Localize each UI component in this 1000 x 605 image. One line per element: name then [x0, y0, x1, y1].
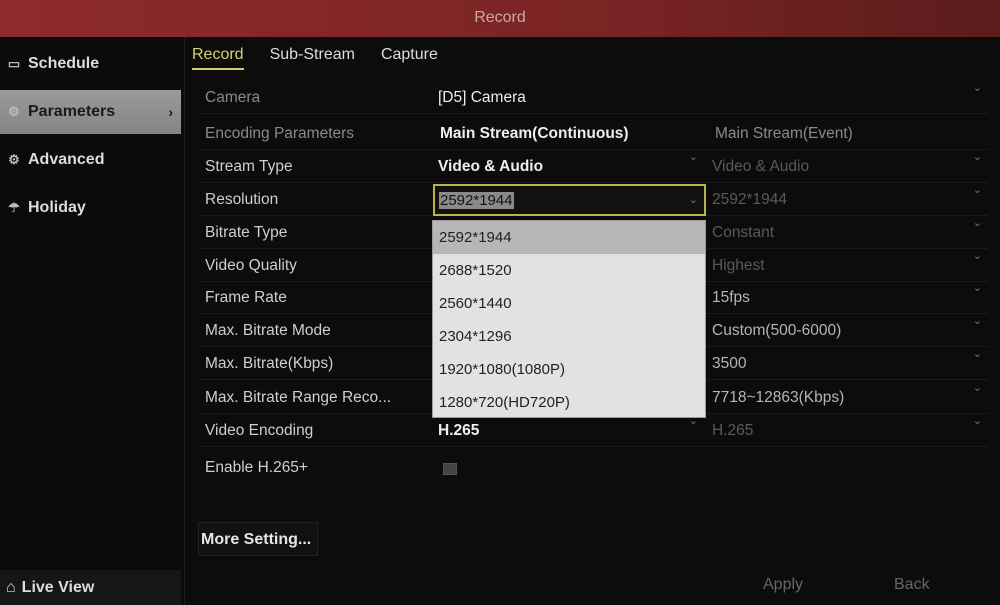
field-label: Max. Bitrate Range Reco... [205, 389, 392, 406]
column-header-event: Main Stream(Event) [715, 125, 853, 142]
resolution-option[interactable]: 2688*1520 [433, 254, 705, 287]
resolution-dropdown-list: 2592*1944 2688*1520 2560*1440 2304*1296 … [432, 220, 706, 418]
event-value[interactable]: Custom(500-6000) [712, 314, 980, 347]
sidebar-item-advanced[interactable]: ⚙ Advanced [0, 138, 181, 182]
chevron-down-icon: ⌄ [972, 315, 982, 327]
resolution-selected-value: 2592*1944 [439, 192, 514, 209]
resolution-option[interactable]: 2592*1944 [433, 221, 705, 254]
event-value[interactable]: H.265 [712, 414, 980, 447]
field-label: Max. Bitrate Mode [205, 322, 331, 339]
form-row: Stream Type Video & Audio ⌄ Video & Audio ⌄ [198, 150, 988, 183]
title-bar: Record [0, 0, 1000, 37]
chevron-down-icon: ⌄ [972, 415, 982, 427]
resolution-option[interactable]: 2560*1440 [433, 287, 705, 320]
chevron-down-icon: ⌄ [688, 194, 698, 206]
sidebar-item-holiday[interactable]: ☂ Holiday [0, 186, 181, 230]
field-label: Max. Bitrate(Kbps) [205, 355, 334, 372]
event-value[interactable]: Highest [712, 249, 980, 282]
chevron-down-icon: ⌄ [972, 217, 982, 229]
umbrella-icon: ☂ [8, 200, 20, 215]
chevron-down-icon: ⌄ [972, 382, 982, 394]
chevron-down-icon: ⌄ [972, 151, 982, 163]
sidebar-item-label: Parameters [28, 103, 116, 120]
sidebar-item-label: Schedule [28, 55, 100, 72]
tab-capture[interactable]: Capture [381, 46, 438, 70]
field-label: Encoding Parameters [205, 125, 355, 142]
field-label: Bitrate Type [205, 224, 288, 241]
column-header-continuous: Main Stream(Continuous) [440, 125, 629, 142]
field-label: Frame Rate [205, 289, 287, 306]
tab-bar: Record Sub-Stream Capture [192, 46, 438, 70]
gear-icon: ⚙ [8, 104, 20, 119]
tab-record[interactable]: Record [192, 46, 244, 70]
gears-icon: ⚙ [8, 152, 20, 167]
more-settings-button[interactable]: More Setting... [198, 522, 318, 556]
resolution-select[interactable]: 2592*1944 ⌄ [433, 184, 706, 216]
chevron-right-icon: › [168, 104, 173, 120]
chevron-down-icon: ⌄ [972, 250, 982, 262]
sidebar-item-schedule[interactable]: ▭ Schedule [0, 42, 181, 86]
chevron-down-icon: ⌄ [972, 184, 982, 196]
field-label: Stream Type [205, 158, 293, 175]
field-label: Enable H.265+ [205, 459, 308, 476]
camera-select[interactable]: [D5] Camera [438, 81, 705, 114]
sidebar: ▭ Schedule ⚙ Parameters › ⚙ Advanced ☂ Holida… [0, 37, 185, 605]
chevron-down-icon: ⌄ [972, 348, 982, 360]
chevron-down-icon: ⌄ [972, 82, 982, 94]
field-label: Video Quality [205, 257, 297, 274]
tab-sub-stream[interactable]: Sub-Stream [270, 46, 355, 70]
camera-row: Camera [D5] Camera ⌄ [198, 81, 988, 114]
resolution-option[interactable]: 2304*1296 [433, 320, 705, 353]
home-icon: ⌂ [6, 578, 16, 596]
enable-h265plus-checkbox[interactable] [443, 463, 457, 475]
event-value[interactable]: 15fps [712, 281, 980, 314]
calendar-icon: ▭ [7, 56, 21, 71]
event-value[interactable]: 7718~12863(Kbps) [712, 381, 980, 414]
event-value[interactable]: 2592*1944 [712, 183, 980, 216]
encoding-header-row: Encoding Parameters Main Stream(Continuo… [198, 117, 988, 150]
field-label: Resolution [205, 191, 279, 208]
chevron-down-icon: ⌄ [688, 151, 698, 163]
field-label: Video Encoding [205, 422, 314, 439]
resolution-option[interactable]: 1280*720(HD720P) [433, 386, 705, 419]
sidebar-item-label: Advanced [28, 151, 105, 168]
enable-h265plus-row: Enable H.265+ [198, 451, 988, 484]
resolution-option[interactable]: 1920*1080(1080P) [433, 353, 705, 386]
continuous-value[interactable]: Video & Audio [438, 150, 705, 183]
live-view-button[interactable]: ⌂ Live View [0, 570, 181, 605]
back-button[interactable]: Back [894, 576, 930, 594]
sidebar-item-label: Holiday [28, 199, 86, 216]
chevron-down-icon: ⌄ [972, 282, 982, 294]
live-view-label: Live View [21, 578, 95, 596]
event-value[interactable]: Constant [712, 216, 980, 249]
window-title: Record [474, 9, 526, 26]
sidebar-item-parameters[interactable]: ⚙ Parameters › [0, 90, 181, 134]
event-value[interactable]: Video & Audio [712, 150, 980, 183]
apply-button[interactable]: Apply [763, 576, 803, 594]
field-label: Camera [205, 89, 261, 106]
event-value[interactable]: 3500 [712, 347, 980, 380]
